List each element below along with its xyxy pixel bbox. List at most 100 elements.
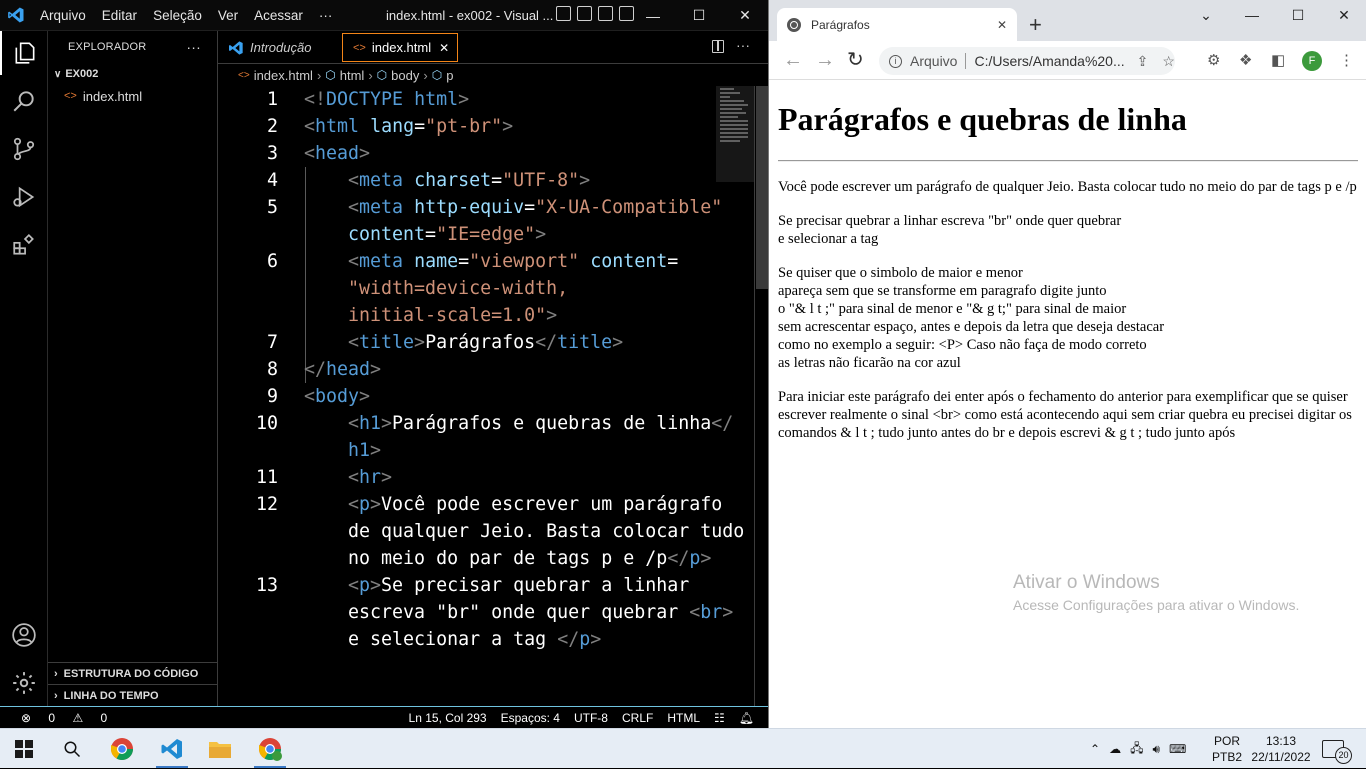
more-actions-icon[interactable]: ···	[736, 37, 750, 53]
section-outline[interactable]: › ESTRUTURA DO CÓDIGO	[48, 662, 217, 684]
tab-index-html[interactable]: <> index.html ✕	[342, 33, 458, 62]
back-arrow-icon[interactable]: ←	[783, 50, 803, 70]
end-of-line[interactable]: CRLF	[615, 711, 660, 725]
minimap[interactable]	[716, 86, 754, 182]
code-line[interactable]: <meta charset="UTF-8">	[348, 167, 590, 194]
address-bar[interactable]: i Arquivo C:/Users/Amanda%20... ⇪ ☆	[879, 47, 1175, 75]
breadcrumb-item[interactable]: index.html	[254, 68, 313, 83]
toggle-secondary-sidebar-icon[interactable]	[598, 6, 613, 21]
menu-item[interactable]: Acessar	[246, 0, 311, 31]
folder-ex002[interactable]: ∨ EX002	[48, 63, 217, 85]
side-panel-icon[interactable]: ◧	[1271, 52, 1285, 70]
tab-introducao[interactable]: Introdução	[218, 31, 340, 64]
reload-icon[interactable]: ↻	[847, 50, 864, 70]
menu-item[interactable]: Arquivo	[32, 0, 94, 31]
indentation[interactable]: Espaços: 4	[494, 711, 567, 725]
code-line[interactable]: </head>	[304, 356, 381, 383]
toggle-panel-icon[interactable]	[556, 6, 571, 21]
onedrive-cloud-icon[interactable]: ☁	[1109, 742, 1121, 756]
browser-tab[interactable]: Parágrafos ✕	[777, 8, 1017, 41]
input-language[interactable]: POR PTB2	[1212, 729, 1242, 769]
clock[interactable]: 13:13 22/11/2022	[1248, 729, 1314, 769]
tab-close-icon[interactable]: ✕	[997, 18, 1007, 32]
close-button[interactable]: ✕	[1321, 0, 1366, 30]
code-line[interactable]: <html lang="pt-br">	[304, 113, 513, 140]
encoding[interactable]: UTF-8	[567, 711, 615, 725]
code-line[interactable]: <h1>Parágrafos e quebras de linha</	[348, 410, 733, 437]
feedback-icon[interactable]: ☷	[707, 711, 732, 725]
maximize-button[interactable]: ☐	[676, 0, 722, 31]
forward-arrow-icon[interactable]: →	[815, 50, 835, 70]
code-editor[interactable]: 1 <!DOCTYPE html> 2 <html lang="pt-br"> 3 <he…	[218, 86, 768, 706]
menu-item[interactable]: Seleção	[145, 0, 210, 31]
menu-item[interactable]: Editar	[94, 0, 145, 31]
accounts-icon[interactable]	[0, 613, 48, 657]
code-line[interactable]: <hr>	[348, 464, 392, 491]
tab-search-icon[interactable]: ⌄	[1183, 0, 1229, 30]
notifications-bell-icon[interactable]: 🔔︎	[732, 711, 768, 725]
maximize-button[interactable]: ☐	[1275, 0, 1321, 30]
chrome-taskbar-icon[interactable]	[98, 729, 146, 769]
bookmark-star-icon[interactable]: ☆	[1162, 53, 1175, 70]
code-line[interactable]: <meta http-equiv="X-UA-Compatible"	[348, 194, 733, 221]
menu-item[interactable]: ···	[311, 0, 341, 31]
code-line[interactable]: e selecionar a tag </p>	[348, 626, 601, 653]
vscode-logo-icon[interactable]	[0, 0, 32, 31]
run-debug-icon[interactable]	[0, 175, 48, 219]
explorer-icon[interactable]	[0, 31, 48, 75]
share-icon[interactable]: ⇪	[1137, 53, 1149, 70]
code-line[interactable]: initial-scale=1.0">	[348, 302, 557, 329]
breadcrumb-item[interactable]: html	[340, 68, 365, 83]
code-line[interactable]: escreva "br" onde quer quebrar <br>	[348, 599, 744, 626]
code-line[interactable]: no meio do par de tags p e /p</p>	[348, 545, 711, 572]
keyboard-icon[interactable]: ⌨	[1169, 742, 1186, 756]
problems-indicator[interactable]: ⊗ 0 ⚠ 0	[0, 711, 121, 725]
vscode-taskbar-icon[interactable]	[148, 729, 196, 769]
code-line[interactable]: <p>Se precisar quebrar a linhar	[348, 572, 700, 599]
explorer-more-icon[interactable]: ···	[186, 39, 201, 55]
volume-icon[interactable]: 🔊︎	[1152, 742, 1160, 757]
source-control-icon[interactable]	[0, 127, 48, 171]
windows-start-icon[interactable]	[0, 729, 48, 769]
tab-close-icon[interactable]: ✕	[439, 41, 449, 55]
toggle-sidebar-icon[interactable]	[577, 6, 592, 21]
chrome-profile-taskbar-icon[interactable]	[246, 729, 294, 769]
language-mode[interactable]: HTML	[660, 711, 707, 725]
editor-scroll-thumb[interactable]	[756, 86, 768, 289]
notification-center-icon[interactable]: 20	[1322, 729, 1352, 769]
extension-gear-icon[interactable]: ⚙	[1207, 52, 1220, 70]
code-line[interactable]: <meta name="viewport" content=	[348, 248, 678, 275]
code-line[interactable]: <title>Parágrafos</title>	[348, 329, 623, 356]
menu-item[interactable]: Ver	[210, 0, 246, 31]
breadcrumb-item[interactable]: body	[391, 68, 419, 83]
code-line[interactable]: <p>Você pode escrever um parágrafo	[348, 491, 733, 518]
code-line[interactable]: <!DOCTYPE html>	[304, 86, 469, 113]
editor-tabs: Introdução <> index.html ✕ ···	[218, 31, 768, 64]
split-editor-icon[interactable]	[712, 40, 724, 53]
manage-gear-icon[interactable]	[0, 661, 48, 705]
cursor-position[interactable]: Ln 15, Col 293	[402, 711, 494, 725]
code-line[interactable]: <body>	[304, 383, 370, 410]
code-line[interactable]: content="IE=edge">	[348, 221, 546, 248]
network-icon[interactable]: 🖧	[1130, 739, 1143, 760]
section-timeline[interactable]: › LINHA DO TEMPO	[48, 684, 217, 706]
file-index-html[interactable]: <> index.html	[48, 85, 217, 107]
paragraph-line: como no exemplo a seguir: <P> Caso não f…	[778, 337, 1147, 353]
profile-avatar[interactable]: F	[1302, 51, 1322, 71]
minimize-button[interactable]: —	[1229, 0, 1275, 30]
breadcrumb-item[interactable]: p	[446, 68, 453, 83]
chrome-menu-icon[interactable]: ⋮	[1339, 52, 1354, 70]
code-line[interactable]: "width=device-width,	[348, 275, 579, 302]
close-button[interactable]: ✕	[722, 0, 768, 31]
file-explorer-icon[interactable]	[196, 729, 244, 769]
minimize-button[interactable]: —	[630, 0, 676, 31]
search-icon[interactable]	[0, 79, 48, 123]
search-icon[interactable]	[48, 729, 96, 769]
code-line[interactable]: de qualquer Jeio. Basta colocar tudo	[348, 518, 755, 545]
extensions-puzzle-icon[interactable]: ❖	[1239, 52, 1252, 70]
code-line[interactable]: h1>	[348, 437, 381, 464]
code-line[interactable]: <head>	[304, 140, 370, 167]
new-tab-button[interactable]: +	[1029, 12, 1042, 38]
extensions-icon[interactable]	[0, 223, 48, 267]
show-hidden-icons-icon[interactable]: ⌃	[1090, 742, 1100, 756]
